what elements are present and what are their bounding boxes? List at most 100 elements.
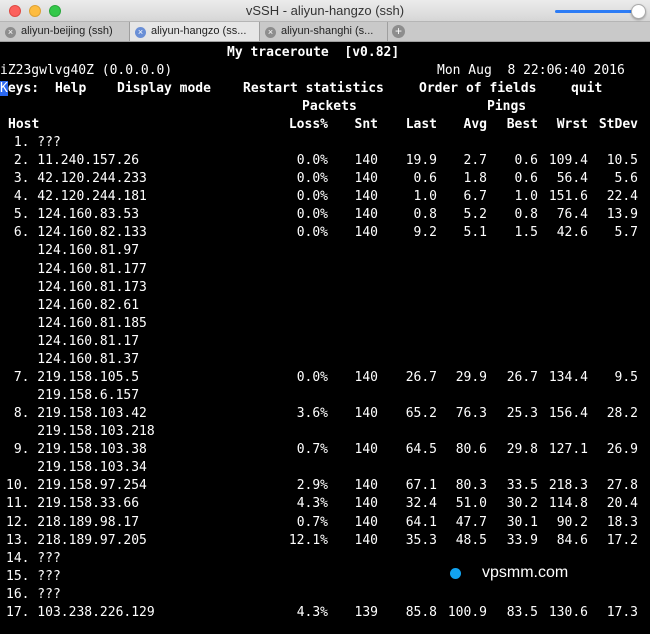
col-loss: Loss% — [288, 117, 328, 132]
hop-loss: 12.1% — [288, 532, 328, 548]
key-restart-statistics[interactable]: Restart statistics — [243, 80, 384, 98]
hop-row: 13. 218.189.97.205 12.1% 140 35.3 48.5 33.9 84… — [0, 532, 650, 550]
hop-best: 26.7 — [506, 369, 538, 385]
column-header-row: Host Loss% Snt Last Avg Best Wrst StDev — [0, 116, 650, 134]
hop-host: 8. 219.158.103.42 — [6, 406, 147, 422]
hop-stdev: 17.2 — [606, 532, 638, 548]
hop-stdev: 18.3 — [606, 514, 638, 530]
hop-snt: 140 — [354, 207, 378, 223]
col-avg: Avg — [463, 117, 487, 132]
col-snt: Snt — [354, 117, 378, 132]
key-display-mode[interactable]: Display mode — [117, 80, 211, 98]
hop-best: 30.1 — [506, 514, 538, 530]
hop-stdev: 5.6 — [614, 171, 638, 187]
hop-best: 0.8 — [514, 207, 538, 223]
hop-snt: 140 — [354, 514, 378, 530]
hop-last: 64.1 — [405, 514, 437, 530]
hop-stdev: 9.5 — [614, 369, 638, 385]
hop-wrst: 218.3 — [548, 478, 588, 494]
hop-host: 16. ??? — [6, 586, 61, 602]
watermark: vpsmm.com — [482, 564, 569, 581]
hop-last: 32.4 — [405, 496, 437, 512]
hop-last: 35.3 — [405, 532, 437, 548]
hop-stdev: 13.9 — [606, 207, 638, 223]
hop-avg: 76.3 — [455, 406, 487, 422]
hop-wrst: 90.2 — [556, 514, 588, 530]
col-last: Last — [405, 117, 437, 132]
hop-last: 67.1 — [405, 478, 437, 494]
hop-avg: 48.5 — [455, 532, 487, 548]
hop-last: 85.8 — [405, 604, 437, 620]
hop-host: 219.158.6.157 — [6, 388, 140, 403]
key-quit[interactable]: quit — [571, 80, 602, 98]
hop-avg: 47.7 — [455, 514, 487, 530]
hop-avg: 80.6 — [455, 442, 487, 458]
hop-row: 9. 219.158.103.38 0.7% 140 64.5 80.6 29.8 127.… — [0, 441, 650, 459]
hop-row: 12. 218.189.98.17 0.7% 140 64.1 47.7 30.1 90.2… — [0, 514, 650, 532]
hop-avg: 29.9 — [455, 369, 487, 385]
hop-host: 124.160.82.61 — [6, 297, 140, 313]
tab-bar: × aliyun-beijing (ssh) × aliyun-hangzo (ss… — [0, 22, 650, 42]
hop-stdev: 20.4 — [606, 496, 638, 512]
hop-best: 33.9 — [506, 532, 538, 548]
tab-close-icon[interactable]: × — [265, 27, 276, 38]
hop-wrst: 56.4 — [556, 171, 588, 187]
hop-loss: 0.7% — [296, 442, 328, 458]
hop-host: 12. 218.189.98.17 — [6, 514, 140, 530]
hop-host: 15. ??? — [6, 568, 61, 584]
hop-row: 10. 219.158.97.254 2.9% 140 67.1 80.3 33.5 218… — [0, 477, 650, 495]
hop-best: 33.5 — [506, 478, 538, 494]
hop-row: 219.158.103.218 — [0, 423, 650, 441]
hop-row: 124.160.81.177 — [0, 261, 650, 279]
mtr-title: My traceroute [v0.82] — [227, 45, 400, 60]
hop-row: 219.158.103.34 — [0, 459, 650, 477]
hop-last: 26.7 — [405, 369, 437, 385]
tab-close-icon[interactable]: × — [135, 27, 146, 38]
terminal-output[interactable]: My traceroute [v0.82] iZ23gwlvg40Z (0.0.… — [0, 42, 650, 634]
hop-avg: 2.7 — [463, 153, 487, 169]
hop-snt: 140 — [354, 496, 378, 512]
mtr-datetime: Mon Aug 8 22:06:40 2016 — [437, 63, 625, 78]
window-titlebar: vSSH - aliyun-hangzo (ssh) — [0, 0, 650, 22]
hop-row: 4. 42.120.244.181 0.0% 140 1.0 6.7 1.0 151.6 22… — [0, 188, 650, 206]
hop-row: 5. 124.160.83.53 0.0% 140 0.8 5.2 0.8 76.4 13.9 — [0, 206, 650, 224]
hop-loss: 0.0% — [296, 171, 328, 187]
key-help[interactable]: Help — [55, 80, 86, 98]
hop-last: 9.2 — [413, 225, 437, 241]
key-order-of-fields[interactable]: Order of fields — [419, 80, 536, 98]
tab-aliyun-hangzo[interactable]: × aliyun-hangzo (ss... — [130, 22, 260, 41]
hop-last: 65.2 — [405, 406, 437, 422]
hop-stdev: 28.2 — [606, 406, 638, 422]
tab-aliyun-shanghi[interactable]: × aliyun-shanghi (s... — [260, 22, 388, 41]
hop-host: 2. 11.240.157.26 — [6, 153, 140, 169]
hop-host: 219.158.103.218 — [6, 424, 155, 440]
hop-snt: 140 — [354, 153, 378, 169]
pings-group-header: Pings — [487, 99, 527, 114]
hop-row: 124.160.81.185 — [0, 315, 650, 333]
tab-aliyun-beijing[interactable]: × aliyun-beijing (ssh) — [0, 22, 130, 41]
tab-label: aliyun-hangzo (ss... — [151, 25, 247, 37]
col-stdev: StDev — [598, 117, 638, 132]
hop-wrst: 156.4 — [548, 406, 588, 422]
hop-wrst: 130.6 — [548, 604, 588, 620]
hop-loss: 4.3% — [296, 496, 328, 512]
hop-host: 124.160.81.177 — [6, 261, 147, 277]
transparency-slider-track[interactable] — [555, 10, 635, 13]
hop-row: 124.160.81.17 — [0, 333, 650, 351]
tab-close-icon[interactable]: × — [5, 27, 16, 38]
hop-avg: 51.0 — [455, 496, 487, 512]
hop-loss: 0.7% — [296, 514, 328, 530]
add-tab-plus-icon[interactable]: + — [392, 25, 405, 38]
hop-wrst: 127.1 — [548, 442, 588, 458]
hop-host: 10. 219.158.97.254 — [6, 478, 147, 494]
transparency-slider-knob[interactable] — [631, 4, 646, 19]
hop-snt: 140 — [354, 369, 378, 385]
hop-row: 1. ??? — [0, 134, 650, 152]
hop-host: 11. 219.158.33.66 — [6, 496, 140, 512]
hop-snt: 140 — [354, 171, 378, 187]
hop-row: 8. 219.158.103.42 3.6% 140 65.2 76.3 25.3 156.… — [0, 405, 650, 423]
hop-wrst: 114.8 — [548, 496, 588, 512]
hop-loss: 0.0% — [296, 189, 328, 205]
hop-loss: 2.9% — [296, 478, 328, 494]
hop-host: 14. ??? — [6, 550, 61, 566]
